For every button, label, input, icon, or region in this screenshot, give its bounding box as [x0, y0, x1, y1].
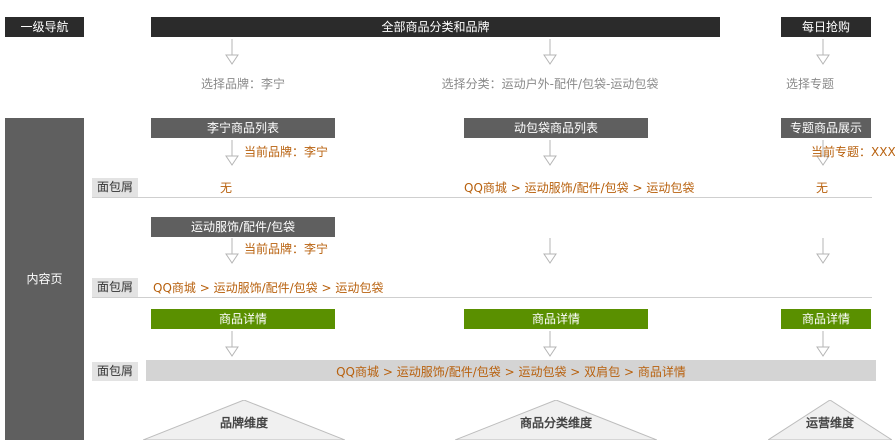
breadcrumb-label: 面包屑: [92, 178, 138, 197]
sub-category-box[interactable]: 运动服饰/配件/包袋: [151, 217, 335, 237]
all-categories-bar[interactable]: 全部商品分类和品牌: [151, 17, 720, 37]
down-arrow-icon: [543, 39, 557, 65]
brand-breadcrumb-text: 无: [220, 181, 233, 195]
topic-breadcrumb-text: 无: [816, 181, 829, 195]
down-arrow-icon: [543, 331, 557, 357]
current-brand-text-2: 当前品牌：李宁: [244, 242, 329, 256]
down-arrow-icon: [816, 39, 830, 65]
down-arrow-icon: [225, 331, 239, 357]
breadcrumb-item[interactable]: 运动包袋: [518, 365, 566, 379]
breadcrumb-separator: >: [379, 365, 397, 379]
daily-deals-box[interactable]: 每日抢购: [781, 17, 871, 37]
breadcrumb-item[interactable]: 运动服饰/配件/包袋: [397, 365, 501, 379]
divider: [92, 297, 872, 298]
brand-detail-box[interactable]: 商品详情: [151, 309, 335, 329]
operations-dimension-label: 运营维度: [805, 416, 854, 430]
breadcrumb-separator: >: [620, 365, 638, 379]
breadcrumb-separator: >: [195, 281, 214, 295]
breadcrumb-item[interactable]: 运动包袋: [335, 281, 383, 295]
down-arrow-icon: [225, 140, 239, 166]
down-arrow-icon: [543, 140, 557, 166]
breadcrumb-separator: >: [317, 281, 336, 295]
breadcrumb-item[interactable]: QQ商城: [153, 281, 196, 295]
down-arrow-icon: [816, 331, 830, 357]
brand-list-box[interactable]: 李宁商品列表: [151, 118, 335, 138]
select-topic-text: 选择专题: [785, 77, 834, 91]
category-list-box[interactable]: 动包袋商品列表: [464, 118, 648, 138]
topic-display-box[interactable]: 专题商品展示: [781, 118, 871, 138]
category-detail-box[interactable]: 商品详情: [464, 309, 648, 329]
select-category-text: 选择分类：运动户外-配件/包袋-运动包袋: [441, 77, 659, 91]
select-brand-text: 选择品牌：李宁: [200, 77, 285, 91]
breadcrumb-separator: >: [506, 181, 525, 195]
divider: [92, 197, 872, 198]
down-arrow-icon: [225, 39, 239, 65]
topic-detail-box[interactable]: 商品详情: [781, 309, 871, 329]
breadcrumb-separator: >: [628, 181, 647, 195]
down-arrow-icon: [225, 238, 239, 264]
breadcrumb-separator: >: [566, 365, 585, 379]
nav-level-label: 一级导航: [5, 17, 84, 37]
breadcrumb-item[interactable]: 双肩包: [584, 365, 620, 379]
breadcrumb-label: 面包屑: [92, 278, 138, 297]
breadcrumb-item[interactable]: 商品详情: [638, 365, 686, 379]
category-breadcrumb: QQ商城 > 运动服饰/配件/包袋 > 运动包袋: [464, 179, 694, 196]
current-topic-text: 当前专题：XXX: [811, 145, 895, 159]
category-dimension-label: 商品分类维度: [519, 416, 592, 430]
current-brand-text: 当前品牌：李宁: [244, 145, 329, 159]
content-page-label: 内容页: [26, 272, 63, 286]
breadcrumb-item[interactable]: 运动服饰/配件/包袋: [525, 181, 629, 195]
sub-category-breadcrumb: QQ商城 > 运动服饰/配件/包袋 > 运动包袋: [153, 279, 383, 296]
down-arrow-icon: [816, 238, 830, 264]
brand-dimension-label: 品牌维度: [219, 416, 268, 430]
down-arrow-icon: [543, 238, 557, 264]
breadcrumb-item[interactable]: QQ商城: [464, 181, 507, 195]
breadcrumb-separator: >: [500, 365, 519, 379]
detail-breadcrumb: QQ商城 > 运动服饰/配件/包袋 > 运动包袋 > 双肩包 > 商品详情: [146, 363, 876, 380]
breadcrumb-item[interactable]: QQ商城: [336, 365, 379, 379]
breadcrumb-item[interactable]: 运动包袋: [646, 181, 694, 195]
breadcrumb-label: 面包屑: [92, 362, 138, 381]
breadcrumb-item[interactable]: 运动服饰/配件/包袋: [214, 281, 318, 295]
